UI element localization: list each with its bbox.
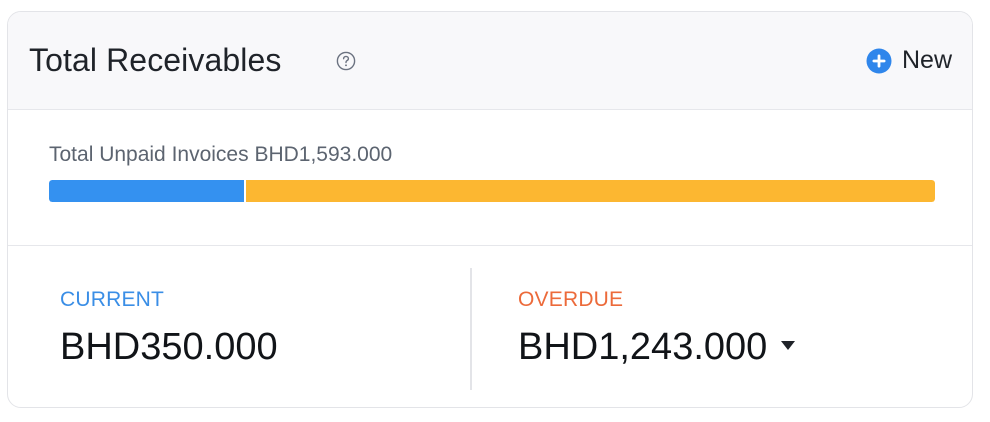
current-value: BHD350.000 (60, 326, 278, 368)
current-column: CURRENT BHD350.000 (8, 246, 470, 407)
overdue-value: BHD1,243.000 (518, 326, 768, 368)
receivables-summary: CURRENT BHD350.000 OVERDUE BHD1,243.000 (8, 246, 972, 407)
current-bar-segment[interactable] (49, 180, 244, 202)
overdue-value-row: BHD1,243.000 (518, 326, 796, 369)
total-unpaid-invoices-text: Total Unpaid Invoices BHD1,593.000 (49, 143, 393, 166)
question-circle-icon[interactable] (336, 51, 356, 71)
card-title: Total Receivables (29, 42, 282, 78)
new-button-label: New (901, 46, 952, 74)
overdue-label: OVERDUE (518, 288, 624, 311)
unpaid-invoices-section: Total Unpaid Invoices BHD1,593.000 (8, 110, 972, 246)
plus-circle-icon (866, 48, 892, 73)
overdue-column: OVERDUE BHD1,243.000 (471, 246, 972, 407)
overdue-bar-segment[interactable] (246, 180, 935, 202)
receivables-progress-bar (49, 180, 935, 202)
current-label: CURRENT (60, 288, 165, 311)
total-receivables-card: Total Receivables New Total Unpaid Invoi… (7, 11, 973, 408)
new-button[interactable]: New (866, 46, 952, 75)
card-header: Total Receivables New (8, 12, 972, 110)
caret-down-icon[interactable] (781, 341, 796, 351)
